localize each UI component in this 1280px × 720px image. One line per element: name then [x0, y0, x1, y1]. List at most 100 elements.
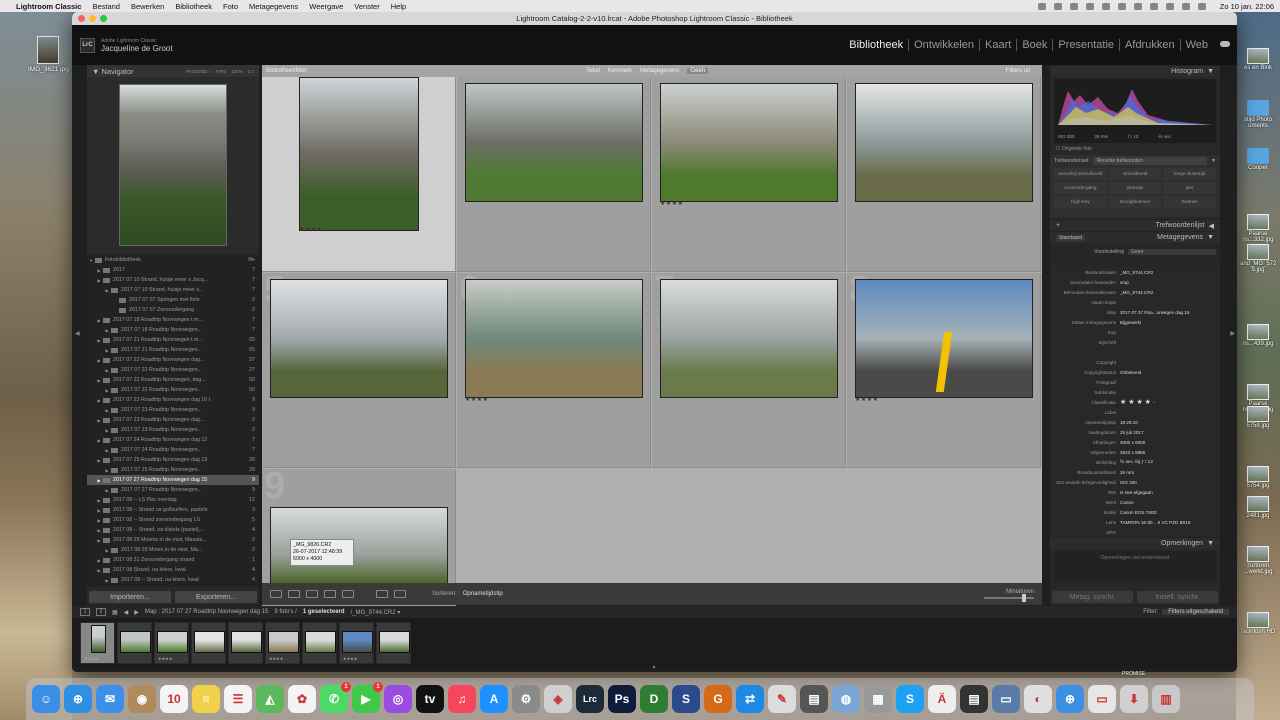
metadata-header[interactable]: Standaard Metagegevens ▼ [1050, 231, 1220, 243]
keyword-button[interactable]: lange sluitertijd [1163, 168, 1216, 180]
disclosure-icon[interactable]: ▶ [95, 528, 103, 533]
metadata-value[interactable]: ISO 200 [1120, 480, 1220, 485]
keyword-set-select[interactable]: Recente trefwoorden [1092, 157, 1208, 165]
status-icon[interactable] [1101, 2, 1110, 10]
filter-presets[interactable]: Filters uit [1006, 68, 1030, 74]
printer2-icon[interactable]: ▦ [864, 685, 892, 713]
filter-select[interactable]: Filters uitgeschakeld [1162, 609, 1229, 615]
folder-row[interactable]: ▶ 2017 07 18 Roadtrip Noorwegen... 7 [87, 325, 259, 335]
grid-cell[interactable]: 7 [652, 269, 846, 468]
disclosure-icon[interactable]: ▶ [95, 268, 103, 273]
survey-view-icon[interactable] [324, 590, 336, 598]
minimize-window-icon[interactable] [89, 15, 96, 22]
folder-row[interactable]: ▶ 2017 08 -- Strand oa golfsurfers, paste… [87, 505, 259, 515]
filmstrip-thumb[interactable] [228, 622, 263, 664]
filmstrip-thumb[interactable] [117, 622, 152, 664]
folder-row[interactable]: ▶ 2017 08 -- Strand, oa kiters, kwal 4 [87, 575, 259, 585]
forward-icon[interactable]: ▶ [134, 609, 139, 616]
system-preferences-icon[interactable]: ⚙ [512, 685, 540, 713]
folder-row[interactable]: ▶ 2017 07 23 Roadtrip Noorwegen... 9 [87, 405, 259, 415]
module-afdrukken[interactable]: Afdrukken [1120, 39, 1181, 51]
metadata-value[interactable]: _MG_9744.CR2 [1120, 290, 1220, 295]
folder-row[interactable]: ▶ 2017 07 25 Roadtrip Noorwegen... 20 [87, 465, 259, 475]
folder-row[interactable]: ▶ 2017 08 -- Strand, oa distels (pastel),… [87, 525, 259, 535]
app-store-icon[interactable]: A [480, 685, 508, 713]
desktop-file-icon[interactable]: facintosh HD [1240, 612, 1276, 635]
folder-row[interactable]: ▶ 2017 7 [87, 265, 259, 275]
zoom-window-icon[interactable] [100, 15, 107, 22]
drive-icon[interactable]: ▭ [992, 685, 1020, 713]
collapse-icon[interactable]: ▼ [1211, 158, 1216, 164]
navigator-image[interactable] [119, 84, 227, 246]
folder-row[interactable]: ▶ 2017 08 -- LS Pier overdag 12 [87, 495, 259, 505]
page-2-button[interactable]: 2 [96, 608, 106, 616]
desktop-file-icon[interactable]: 2481.jpg [1240, 496, 1276, 519]
metadata-view-select[interactable]: Standaard [1056, 234, 1086, 241]
collapse-icon[interactable]: ▼ [1207, 234, 1214, 241]
podcasts-icon[interactable]: ◎ [384, 685, 412, 713]
folder-row[interactable]: ▶ 2017 07 27 Roadtrip Noorwegen... 9 [87, 485, 259, 495]
filmstrip-thumb[interactable] [302, 622, 337, 664]
photo-thumbnail[interactable] [465, 83, 643, 202]
metadata-value[interactable]: 25 juli 2017 [1120, 430, 1220, 435]
reminders-icon[interactable]: ☰ [224, 685, 252, 713]
zoom-100[interactable]: 100% [231, 69, 243, 74]
collapse-bottom-icon[interactable]: ▼ [652, 665, 657, 671]
disclosure-icon[interactable]: ▼ [87, 258, 95, 263]
grid-cell[interactable] [847, 77, 1041, 272]
messages-icon[interactable]: ✆ 1 [320, 682, 351, 713]
folder-row[interactable]: ▶ 2017 07 25 Roadtrip Noorwegen dag 13 20 [87, 455, 259, 465]
disclosure-icon[interactable]: ▶ [103, 488, 111, 493]
folder-row[interactable]: ▶ 2017 07 21 Roadtrip Noorwegen t.m... 65 [87, 335, 259, 345]
menubar-clock[interactable]: Zo 10 jan. 22:06 [1220, 2, 1274, 11]
menu-bibliotheek[interactable]: Bibliotheek [175, 2, 212, 11]
folder-row[interactable]: ▶ 2017 08 31 Zonsondergang strand 1 [87, 555, 259, 565]
metadata-value[interactable]: 26 mm [1120, 470, 1220, 475]
filter-tab-tekst[interactable]: Tekst [586, 68, 600, 74]
calendar-icon[interactable]: 10 [160, 685, 188, 713]
disclosure-icon[interactable]: ▶ [95, 498, 103, 503]
desktop-file-icon[interactable]: Paarse ns...332.jpg [1240, 214, 1276, 243]
folder-row[interactable]: ▶ 2017 07 24 Roadtrip Noorwegen dag 12 7 [87, 435, 259, 445]
disclosure-icon[interactable]: ▶ [95, 438, 103, 443]
disclosure-icon[interactable]: ▶ [103, 288, 111, 293]
folder-row[interactable]: ▶ 2017 08 -- Strand zonsondergang LS 5 [87, 515, 259, 525]
disclosure-icon[interactable]: ▶ [103, 348, 111, 353]
status-icon[interactable] [1053, 2, 1062, 10]
sync-settings-button[interactable]: Instell. synchr. [1137, 591, 1218, 603]
zoom-fit[interactable]: PASSEND ↕ [186, 69, 211, 74]
photo-thumbnail[interactable] [660, 83, 838, 202]
folder-row[interactable]: ▶ 2017 07 22 Roadtrip Noorwegen... 50 [87, 385, 259, 395]
filmstrip-thumb[interactable]: ★★★★ [80, 622, 115, 664]
desktop-file-icon[interactable]: IMG_3621.jpg [28, 36, 69, 73]
photo-thumbnail[interactable] [855, 279, 1033, 398]
scrivener-icon[interactable]: S [672, 685, 700, 713]
folder-row[interactable]: 2017 07 07 Zonsondergang 2 [87, 305, 259, 315]
skype-icon[interactable]: S [896, 685, 924, 713]
folder-row[interactable]: ▶ 2017 07 27 Roadtrip Noorwegen dag 15 9 [87, 475, 259, 485]
folder-row[interactable]: ▶2017 09 02 Zonsondergang1 [87, 585, 259, 587]
downloads-icon[interactable]: ⬇ [1120, 685, 1148, 713]
desktop-file-icon[interactable]: zurtoren ...werkt.jpg [1240, 546, 1276, 575]
rating-stars[interactable]: ★★★★ [299, 226, 323, 233]
disclosure-icon[interactable]: ▶ [103, 368, 111, 373]
status-icon[interactable] [1037, 2, 1046, 10]
folder-row[interactable]: ▶ 2017 07 21 Roadtrip Noorwegen... 65 [87, 345, 259, 355]
metadata-value[interactable]: xmp [1120, 280, 1220, 285]
disclosure-icon[interactable]: ▶ [95, 278, 103, 283]
sort-select[interactable]: Opnametijdstip [463, 591, 503, 597]
window-titlebar[interactable]: Lightroom Catalog-2-2-v10.lrcat - Adobe … [72, 12, 1237, 25]
dashlane-icon[interactable]: D [640, 685, 668, 713]
notes-icon[interactable]: ≡ [192, 685, 220, 713]
folder-row[interactable]: ▶ 2017 07 23 Roadtrip Noorwegen... 2 [87, 425, 259, 435]
disclosure-icon[interactable]: ▶ [95, 318, 103, 323]
source-path[interactable]: Map : 2017 07 27 Roadtrip Noorwegen dag … [145, 609, 268, 615]
module-boek[interactable]: Boek [1017, 39, 1054, 51]
page-1-button[interactable]: 1 [80, 608, 90, 616]
keyword-button[interactable]: zonsondergang [1054, 182, 1107, 194]
filmstrip-thumb[interactable]: ★★★★ [154, 622, 189, 664]
navigator-header[interactable]: ▼ Navigator PASSEND ↕ FIRS 100% 1:1 [87, 65, 259, 77]
menu-venster[interactable]: Venster [354, 2, 379, 11]
photo-thumbnail[interactable] [270, 279, 448, 398]
grid-view-icon[interactable] [270, 590, 282, 598]
